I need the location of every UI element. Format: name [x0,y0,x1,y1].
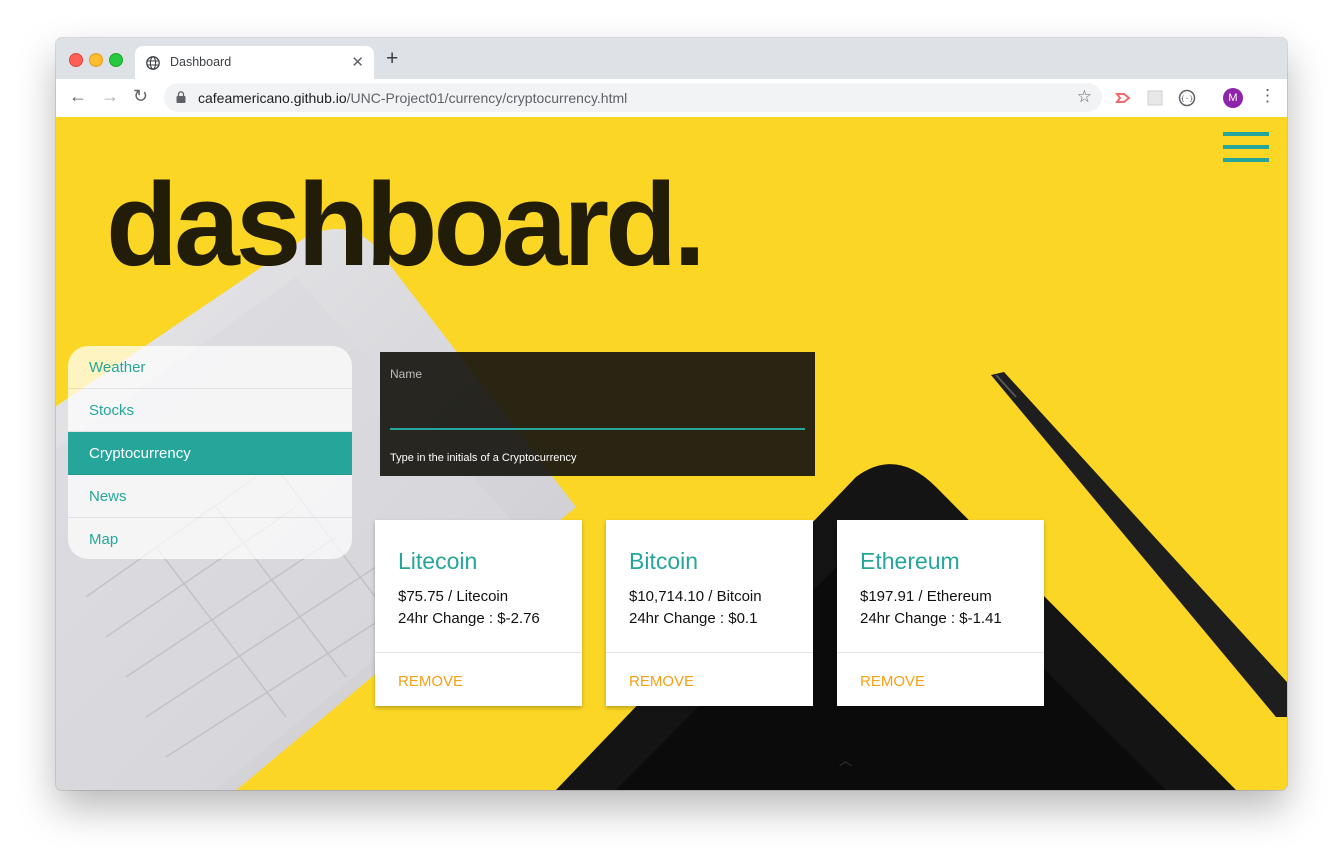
browser-toolbar: ← → ↻ cafeamericano.github.io/UNC-Projec… [56,79,1287,118]
url-host: cafeamericano.github.io [198,90,347,106]
remove-button[interactable]: REMOVE [629,673,694,690]
remove-button[interactable]: REMOVE [860,673,925,690]
crypto-name-input[interactable] [390,394,809,426]
crypto-card-ethereum: Ethereum $197.91 / Ethereum 24hr Change … [837,520,1044,706]
card-change: 24hr Change : $-1.41 [860,610,1002,627]
card-change: 24hr Change : $-2.76 [398,610,540,627]
extension-code-icon[interactable]: {·} [1178,89,1196,107]
close-window-button[interactable] [69,53,83,67]
search-helper-text: Type in the initials of a Cryptocurrency [390,452,577,464]
back-arrow-icon[interactable]: ← [69,87,87,105]
more-menu-icon[interactable]: ⋮ [1259,87,1276,105]
input-underline [390,428,805,430]
remove-button[interactable]: REMOVE [398,673,463,690]
sidebar-item-stocks[interactable]: Stocks [68,389,352,432]
crypto-search-panel: Name Type in the initials of a Cryptocur… [380,352,815,476]
plus-icon[interactable]: + [386,47,398,71]
card-price: $10,714.10 / Bitcoin [629,588,762,605]
tab-strip: Dashboard ✕ + [56,38,1287,79]
card-divider [606,652,813,653]
sidebar-item-news[interactable]: News [68,475,352,518]
svg-text:{·}: {·} [1181,95,1194,103]
sidebar-item-weather[interactable]: Weather [68,346,352,389]
sidebar-item-cryptocurrency[interactable]: Cryptocurrency [68,432,352,475]
card-divider [375,652,582,653]
search-label: Name [390,367,423,381]
maximize-window-button[interactable] [109,53,123,67]
sidebar-item-map[interactable]: Map [68,518,352,559]
page-title: dashboard. [106,159,706,291]
side-navigation: Weather Stocks Cryptocurrency News Map [68,346,352,559]
page-viewport: dashboard. Weather Stocks Cryptocurrency… [56,117,1287,790]
crypto-card-bitcoin: Bitcoin $10,714.10 / Bitcoin 24hr Change… [606,520,813,706]
profile-avatar[interactable]: M [1223,88,1243,108]
card-price: $197.91 / Ethereum [860,588,992,605]
reload-icon[interactable]: ↻ [133,87,148,105]
star-icon[interactable]: ☆ [1077,87,1092,107]
card-title: Litecoin [398,548,478,574]
url-path: /UNC-Project01/currency/cryptocurrency.h… [346,90,628,106]
chevron-up-icon[interactable]: ︿ [839,750,852,769]
forward-arrow-icon[interactable]: → [101,87,119,105]
url-text: cafeamericano.github.io/UNC-Project01/cu… [198,90,627,106]
hamburger-menu-icon[interactable] [1223,132,1269,162]
card-title: Ethereum [860,548,960,574]
extension-grid-icon[interactable] [1146,89,1164,107]
address-bar[interactable]: cafeamericano.github.io/UNC-Project01/cu… [164,83,1102,112]
card-divider [837,652,1044,653]
browser-window: Dashboard ✕ + ← → ↻ cafeamericano.github… [56,38,1287,790]
crypto-card-litecoin: Litecoin $75.75 / Litecoin 24hr Change :… [375,520,582,706]
card-title: Bitcoin [629,548,699,574]
tab-title: Dashboard [170,55,232,69]
tab-dashboard[interactable]: Dashboard ✕ [135,46,374,79]
extension-arrow-icon[interactable] [1114,89,1132,107]
lock-icon [176,91,186,103]
minimize-window-button[interactable] [89,53,103,67]
close-icon[interactable]: ✕ [351,53,364,71]
globe-icon [146,56,160,70]
card-change: 24hr Change : $0.1 [629,610,758,627]
card-price: $75.75 / Litecoin [398,588,509,605]
